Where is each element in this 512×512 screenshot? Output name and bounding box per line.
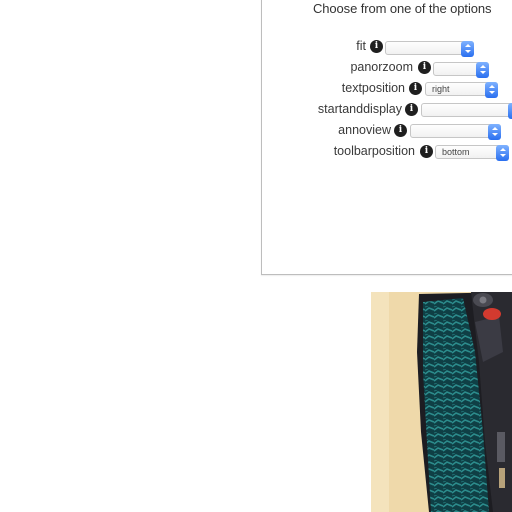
option-label-textposition: textposition bbox=[341, 81, 405, 95]
startanddisplay-select[interactable] bbox=[421, 103, 512, 119]
dropdown-arrows-icon bbox=[508, 103, 512, 119]
info-icon[interactable]: i bbox=[370, 40, 383, 53]
textposition-select[interactable]: right bbox=[425, 82, 498, 98]
option-label-annoview: annoview bbox=[338, 123, 391, 137]
toolbarposition-select[interactable]: bottom bbox=[435, 145, 509, 161]
info-icon[interactable]: i bbox=[418, 61, 431, 74]
dropdown-arrows-icon bbox=[476, 62, 489, 78]
option-label-panorzoom: panorzoom bbox=[350, 60, 413, 74]
dropdown-arrows-icon bbox=[488, 124, 501, 140]
dropdown-arrows-icon bbox=[461, 41, 474, 57]
info-icon[interactable]: i bbox=[409, 82, 422, 95]
dropdown-arrows-icon bbox=[496, 145, 509, 161]
option-label-toolbarposition: toolbarposition bbox=[333, 144, 415, 158]
dropdown-arrows-icon bbox=[485, 82, 498, 98]
fit-select[interactable] bbox=[385, 41, 474, 57]
textposition-select-value: right bbox=[432, 84, 450, 94]
panorzoom-select[interactable] bbox=[433, 62, 489, 78]
toolbarposition-select-value: bottom bbox=[442, 147, 470, 157]
option-label-startanddisplay: startanddisplay bbox=[317, 102, 402, 116]
options-heading: Choose from one of the options bbox=[313, 1, 492, 16]
option-label-fit: fit bbox=[356, 39, 366, 53]
annoview-select[interactable] bbox=[410, 124, 501, 140]
info-icon[interactable]: i bbox=[405, 103, 418, 116]
viewer-settings-page: Choose from one of the options fit i pan… bbox=[0, 0, 512, 512]
info-icon[interactable]: i bbox=[394, 124, 407, 137]
artwork-image[interactable] bbox=[371, 292, 512, 512]
info-icon[interactable]: i bbox=[420, 145, 433, 158]
